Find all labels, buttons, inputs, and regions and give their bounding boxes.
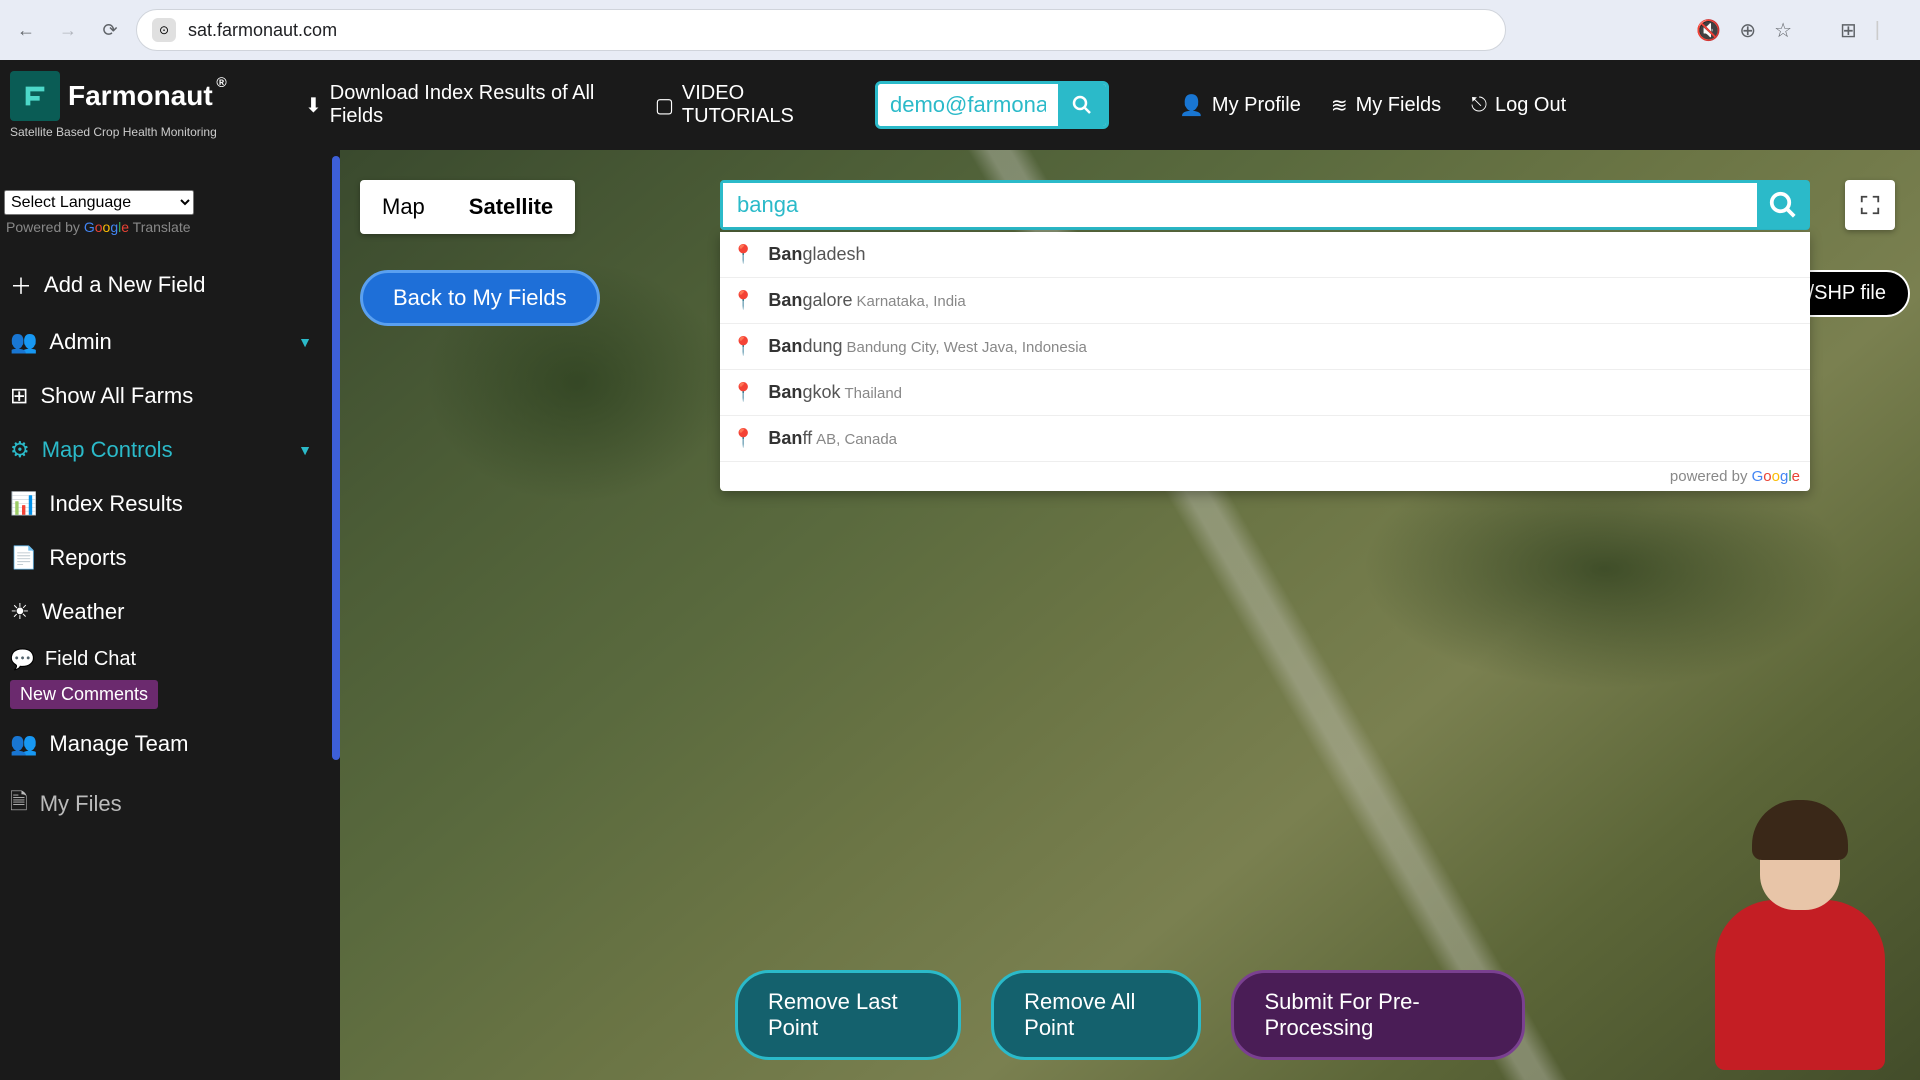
autocomplete-dropdown: 📍 Bangladesh 📍 BangaloreKarnataka, India… bbox=[720, 232, 1810, 491]
sidebar-item-my-files[interactable]: 🗎 My Files bbox=[0, 771, 340, 837]
sidebar-item-field-chat[interactable]: 💬 Field Chat bbox=[0, 639, 340, 680]
map-search-wrap: 📍 Bangladesh 📍 BangaloreKarnataka, India… bbox=[720, 180, 1810, 491]
powered-by-google: powered by Google bbox=[720, 462, 1810, 491]
sidebar-item-label: Index Results bbox=[49, 491, 182, 517]
sidebar-item-manage-team[interactable]: 👥 Manage Team bbox=[0, 717, 340, 771]
logo-mark-icon bbox=[10, 71, 60, 121]
sidebar-item-label: Reports bbox=[49, 545, 126, 571]
reload-browser-button[interactable]: ⟳ bbox=[94, 14, 126, 46]
back-to-fields-button[interactable]: Back to My Fields bbox=[360, 270, 600, 326]
pin-icon: 📍 bbox=[732, 290, 754, 311]
browser-toolbar: ← → ⟳ ⊙ sat.farmonaut.com 🔇 ⊕ ☆ ⊞ | bbox=[0, 0, 1920, 60]
fullscreen-button[interactable] bbox=[1845, 180, 1895, 230]
sidebar-item-index-results[interactable]: 📊 Index Results bbox=[0, 477, 340, 531]
users-icon: 👥 bbox=[10, 329, 37, 355]
chevron-down-icon: ▼ bbox=[298, 442, 312, 458]
chat-icon: 💬 bbox=[10, 647, 35, 672]
chevron-down-icon: ▼ bbox=[298, 334, 312, 350]
tab-satellite[interactable]: Satellite bbox=[447, 180, 575, 234]
grid-icon: ⊞ bbox=[10, 383, 28, 409]
files-icon: 🗎 bbox=[10, 785, 28, 823]
document-icon: 📄 bbox=[10, 545, 37, 571]
video-tutorials-link[interactable]: ▢ VIDEO TUTORIALS bbox=[640, 82, 860, 128]
pin-icon: 📍 bbox=[732, 382, 754, 403]
tab-map[interactable]: Map bbox=[360, 180, 447, 234]
extensions-icon[interactable]: ⊞ bbox=[1840, 18, 1857, 43]
bookmark-icon[interactable]: ☆ bbox=[1774, 18, 1792, 43]
user-icon: 👤 bbox=[1179, 93, 1204, 118]
sidebar-item-admin[interactable]: 👥 Admin ▼ bbox=[0, 315, 340, 369]
url-text: sat.farmonaut.com bbox=[188, 20, 337, 41]
remove-all-point-button[interactable]: Remove All Point bbox=[991, 970, 1201, 1060]
suggestion-item[interactable]: 📍 Bangladesh bbox=[720, 232, 1810, 278]
powered-by-google-translate: Powered by Google Translate bbox=[6, 219, 334, 235]
logo[interactable]: Farmonaut® Satellite Based Crop Health M… bbox=[10, 71, 290, 139]
language-select[interactable]: Select Language bbox=[4, 190, 194, 215]
sidebar-item-label: Manage Team bbox=[49, 731, 188, 757]
map-type-tabs: Map Satellite bbox=[360, 180, 575, 234]
plus-icon: ＋ bbox=[10, 269, 32, 301]
suggestion-item[interactable]: 📍 BangaloreKarnataka, India bbox=[720, 278, 1810, 324]
email-search-button[interactable] bbox=[1058, 83, 1106, 127]
sidebar-item-label: Admin bbox=[49, 329, 111, 355]
map-action-buttons: Remove Last Point Remove All Point Submi… bbox=[735, 970, 1525, 1060]
remove-last-point-button[interactable]: Remove Last Point bbox=[735, 970, 961, 1060]
address-bar[interactable]: ⊙ sat.farmonaut.com bbox=[136, 9, 1506, 51]
sidebar-item-label: My Files bbox=[40, 791, 122, 817]
sidebar-item-label: Map Controls bbox=[42, 437, 173, 463]
suggestion-item[interactable]: 📍 BanffAB, Canada bbox=[720, 416, 1810, 462]
mic-off-icon[interactable]: 🔇 bbox=[1696, 18, 1721, 43]
back-browser-button[interactable]: ← bbox=[10, 14, 42, 46]
forward-browser-button[interactable]: → bbox=[52, 14, 84, 46]
sidebar-item-show-farms[interactable]: ⊞ Show All Farms bbox=[0, 369, 340, 423]
layers-icon: ≋ bbox=[1331, 93, 1348, 118]
divider: | bbox=[1875, 19, 1880, 42]
my-profile-link[interactable]: 👤 My Profile bbox=[1164, 93, 1316, 118]
sidebar-item-label: Weather bbox=[42, 599, 125, 625]
sidebar: Select Language Powered by Google Transl… bbox=[0, 150, 340, 1080]
sun-icon: ☀ bbox=[10, 599, 30, 625]
team-icon: 👥 bbox=[10, 731, 37, 757]
app-header: Farmonaut® Satellite Based Crop Health M… bbox=[0, 60, 1920, 150]
submit-preprocessing-button[interactable]: Submit For Pre-Processing bbox=[1231, 970, 1525, 1060]
map-search-button[interactable] bbox=[1757, 181, 1809, 229]
video-icon: ▢ bbox=[655, 93, 674, 118]
sidebar-item-weather[interactable]: ☀ Weather bbox=[0, 585, 340, 639]
sidebar-item-reports[interactable]: 📄 Reports bbox=[0, 531, 340, 585]
pin-icon: 📍 bbox=[732, 244, 754, 265]
pin-icon: 📍 bbox=[732, 336, 754, 357]
language-select-wrap: Select Language bbox=[4, 190, 336, 215]
assistant-avatar bbox=[1710, 810, 1890, 1080]
email-search-box bbox=[860, 81, 1124, 129]
new-comments-badge[interactable]: New Comments bbox=[10, 680, 158, 709]
sidebar-item-map-controls[interactable]: ⚙ Map Controls ▼ bbox=[0, 423, 340, 477]
pin-icon: 📍 bbox=[732, 428, 754, 449]
sidebar-item-label: Show All Farms bbox=[40, 383, 193, 409]
sidebar-item-label: Add a New Field bbox=[44, 272, 205, 298]
password-icon[interactable]: ⊕ bbox=[1739, 18, 1756, 43]
logo-tagline: Satellite Based Crop Health Monitoring bbox=[10, 125, 290, 139]
chart-icon: 📊 bbox=[10, 491, 37, 517]
gear-icon: ⚙ bbox=[10, 437, 30, 463]
email-input[interactable] bbox=[878, 84, 1058, 126]
logout-link[interactable]: ⎋ Log Out bbox=[1456, 94, 1581, 117]
my-fields-link[interactable]: ≋ My Fields bbox=[1316, 93, 1456, 118]
logout-icon: ⎋ bbox=[1471, 94, 1487, 117]
sidebar-item-add-field[interactable]: ＋ Add a New Field bbox=[0, 255, 340, 315]
logo-text: Farmonaut® bbox=[68, 80, 213, 112]
download-icon: ⬇ bbox=[305, 93, 322, 118]
suggestion-item[interactable]: 📍 BangkokThailand bbox=[720, 370, 1810, 416]
suggestion-item[interactable]: 📍 BandungBandung City, West Java, Indone… bbox=[720, 324, 1810, 370]
download-index-link[interactable]: ⬇ Download Index Results of All Fields bbox=[290, 82, 640, 128]
site-info-icon[interactable]: ⊙ bbox=[152, 18, 176, 42]
map-canvas[interactable]: Map Satellite Back to My Fields KML/SHP … bbox=[340, 150, 1920, 1080]
map-search-input[interactable] bbox=[723, 183, 1759, 227]
